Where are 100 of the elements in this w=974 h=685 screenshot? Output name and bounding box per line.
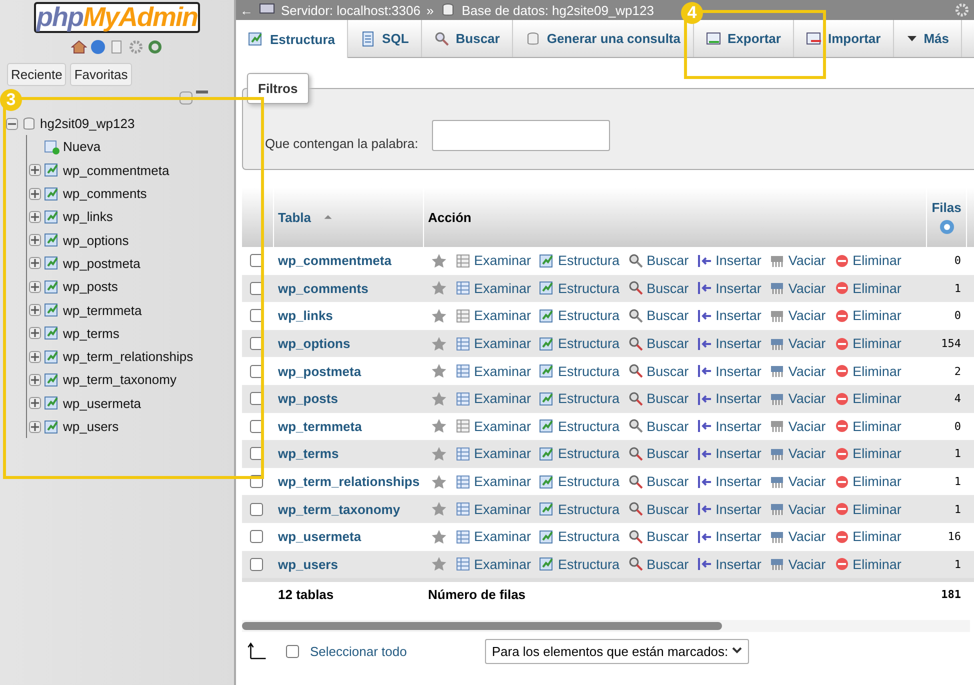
expand-icon[interactable] <box>29 420 41 432</box>
action-link[interactable]: Examinar <box>455 556 532 572</box>
expand-icon[interactable] <box>29 304 41 316</box>
action-link[interactable]: Examinar <box>455 446 532 462</box>
action-link[interactable]: Buscar <box>628 418 689 434</box>
database-link[interactable]: Base de datos: hg2site09_wp123 <box>462 2 654 18</box>
row-checkbox[interactable] <box>250 530 263 544</box>
table-name-link[interactable]: wp_options <box>274 336 424 352</box>
action-link[interactable]: Vaciar <box>769 501 826 518</box>
action-link[interactable]: Examinar <box>455 252 532 269</box>
action-link[interactable]: Examinar <box>455 308 532 324</box>
action-link[interactable]: Examinar <box>455 390 532 407</box>
filter-input[interactable] <box>432 120 610 151</box>
action-link[interactable]: Estructura <box>539 418 620 434</box>
table-name-link[interactable]: wp_commentmeta <box>274 253 424 268</box>
sidebar-button[interactable]: Favoritas <box>70 63 132 86</box>
tree-item[interactable]: wp_term_taxonomy <box>63 372 176 388</box>
tree-item[interactable]: wp_terms <box>63 326 120 341</box>
action-link[interactable]: Examinar <box>455 363 532 380</box>
table-name-link[interactable]: wp_termmeta <box>274 418 424 434</box>
table-name-link[interactable]: wp_posts <box>274 391 424 406</box>
table-name-link[interactable]: wp_links <box>274 308 424 324</box>
table-name-link[interactable]: wp_postmeta <box>274 364 424 379</box>
action-link[interactable]: Insertar <box>696 363 762 380</box>
tab[interactable]: Importar <box>794 20 894 57</box>
select-all[interactable]: Seleccionar todo <box>282 642 407 661</box>
logo[interactable]: phpMyAdmin <box>34 2 200 33</box>
action-link[interactable]: Insertar <box>696 336 762 352</box>
tab[interactable]: SQL <box>348 20 422 57</box>
tree-item[interactable]: wp_usermeta <box>63 396 142 411</box>
action-link[interactable]: Vaciar <box>769 252 826 269</box>
tree-item[interactable]: wp_users <box>63 419 119 434</box>
tab[interactable]: Más <box>894 20 962 57</box>
action-link[interactable]: Eliminar <box>834 252 902 269</box>
tree-item[interactable]: wp_options <box>63 232 129 248</box>
action-link[interactable]: Buscar <box>628 446 689 462</box>
action-link[interactable]: Insertar <box>696 280 762 296</box>
table-name-link[interactable]: wp_term_relationships <box>274 474 424 490</box>
action-link[interactable]: Estructura <box>539 308 620 324</box>
action-link[interactable]: Insertar <box>696 501 762 518</box>
expand-icon[interactable] <box>29 257 41 270</box>
action-link[interactable]: Vaciar <box>769 418 826 434</box>
action-link[interactable]: Insertar <box>696 528 762 545</box>
row-checkbox[interactable] <box>250 364 263 378</box>
action-link[interactable]: Estructura <box>539 390 620 407</box>
expand-icon[interactable] <box>29 350 41 363</box>
action-link[interactable]: Vaciar <box>769 556 826 572</box>
action-link[interactable]: Estructura <box>539 446 620 462</box>
action-link[interactable]: Eliminar <box>834 418 902 434</box>
action-link[interactable]: Examinar <box>455 418 532 434</box>
action-link[interactable]: Buscar <box>628 390 689 407</box>
expand-icon[interactable] <box>29 210 41 223</box>
action-link[interactable]: Eliminar <box>834 308 902 324</box>
action-link[interactable]: Vaciar <box>769 363 826 380</box>
action-link[interactable]: Eliminar <box>834 556 902 572</box>
action-link[interactable]: Vaciar <box>769 308 826 324</box>
horizontal-scrollbar[interactable] <box>242 620 970 632</box>
expand-icon[interactable] <box>29 234 41 246</box>
action-link[interactable]: Buscar <box>628 280 689 296</box>
back-arrow[interactable]: ← <box>240 2 253 18</box>
action-link[interactable]: Estructura <box>539 556 620 572</box>
action-link[interactable]: Buscar <box>628 474 689 490</box>
expand-icon[interactable] <box>29 188 41 200</box>
collapse-icon[interactable] <box>6 118 18 130</box>
action-link[interactable]: Examinar <box>455 501 532 518</box>
row-checkbox[interactable] <box>250 420 263 433</box>
action-link[interactable]: Estructura <box>539 252 620 269</box>
action-link[interactable]: Eliminar <box>834 280 902 296</box>
action-link[interactable]: Vaciar <box>769 528 826 545</box>
table-name-link[interactable]: wp_term_taxonomy <box>274 502 424 517</box>
tree-item[interactable]: Nueva <box>63 139 101 154</box>
action-link[interactable]: Eliminar <box>834 363 902 380</box>
action-link[interactable]: Estructura <box>539 474 620 490</box>
row-checkbox[interactable] <box>250 309 263 322</box>
action-link[interactable]: Examinar <box>455 280 532 296</box>
table-name-link[interactable]: wp_comments <box>274 280 424 296</box>
action-link[interactable]: Eliminar <box>834 446 902 462</box>
table-name-link[interactable]: wp_users <box>274 556 424 572</box>
bulk-action-dropdown[interactable]: Para los elementos que están marcados: <box>484 638 750 664</box>
row-checkbox[interactable] <box>250 392 263 406</box>
action-link[interactable]: Buscar <box>628 556 689 572</box>
tree-item[interactable]: wp_commentmeta <box>63 162 170 178</box>
expand-icon[interactable] <box>29 280 41 293</box>
action-link[interactable]: Buscar <box>628 336 689 352</box>
select-all-checkbox[interactable] <box>286 644 299 658</box>
row-checkbox[interactable] <box>250 254 263 268</box>
action-link[interactable]: Insertar <box>696 418 762 434</box>
tree-item[interactable]: wp_term_relationships <box>63 349 194 364</box>
action-link[interactable]: Examinar <box>455 474 532 490</box>
action-link[interactable]: Vaciar <box>769 474 826 490</box>
action-link[interactable]: Estructura <box>539 280 620 296</box>
action-link[interactable]: Vaciar <box>769 390 826 407</box>
tab[interactable]: Buscar <box>422 20 513 57</box>
action-link[interactable]: Buscar <box>628 501 689 518</box>
action-link[interactable]: Eliminar <box>834 474 902 490</box>
action-link[interactable]: Examinar <box>455 528 532 545</box>
tab[interactable]: Estructura <box>236 20 348 58</box>
action-link[interactable]: Vaciar <box>769 446 826 462</box>
expand-icon[interactable] <box>29 374 41 386</box>
tree-item[interactable]: wp_links <box>63 209 113 224</box>
